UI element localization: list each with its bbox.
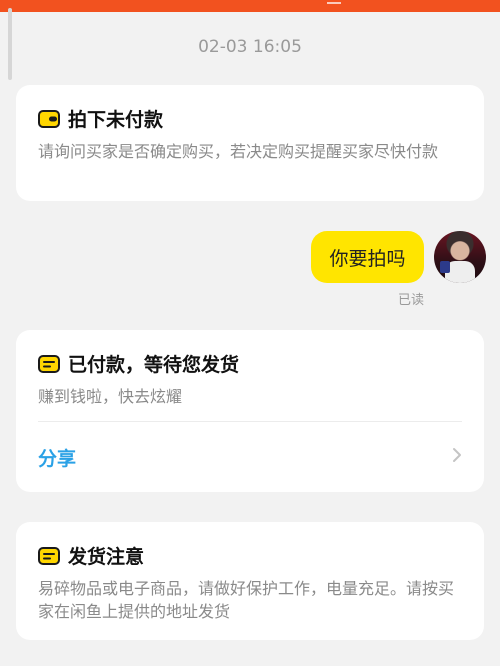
card-paid-description: 赚到钱啦，快去炫耀 (38, 387, 183, 406)
card-shipping-title-row: 发货注意 (38, 542, 462, 569)
card-unpaid-title-row: 拍下未付款 (38, 105, 462, 132)
message-timestamp: 02-03 16:05 (198, 37, 302, 57)
read-status: 已读 (398, 293, 425, 308)
card-paid-title-row: 已付款，等待您发货 (38, 350, 462, 377)
order-card-icon (38, 546, 60, 566)
order-card-icon (38, 354, 60, 374)
message-bubble[interactable]: 你要拍吗 (311, 231, 424, 283)
card-shipping-description: 易碎物品或电子商品，请做好保护工作，电量充足。请按买家在闲鱼上提供的地址发货 (38, 579, 455, 621)
card-shipping-notice: 发货注意 易碎物品或电子商品，请做好保护工作，电量充足。请按买家在闲鱼上提供的地… (16, 522, 484, 640)
avatar[interactable] (434, 231, 486, 283)
card-unpaid: 拍下未付款 请询问买家是否确定购买，若决定购买提醒买家尽快付款 (16, 85, 484, 201)
chevron-right-icon (452, 447, 462, 467)
wallet-icon (38, 109, 60, 129)
avatar-flag (440, 261, 450, 273)
card-paid: 已付款，等待您发货 赚到钱啦，快去炫耀 分享 (16, 330, 484, 492)
card-unpaid-title: 拍下未付款 (68, 109, 164, 131)
card-unpaid-description: 请询问买家是否确定购买，若决定购买提醒买家尽快付款 (38, 142, 439, 161)
share-row[interactable]: 分享 (38, 442, 462, 472)
share-button[interactable]: 分享 (38, 444, 76, 471)
header-edge (327, 0, 341, 4)
divider (38, 421, 462, 422)
top-header-strip (0, 0, 500, 12)
card-shipping-title: 发货注意 (68, 546, 145, 568)
card-paid-title: 已付款，等待您发货 (68, 354, 240, 376)
